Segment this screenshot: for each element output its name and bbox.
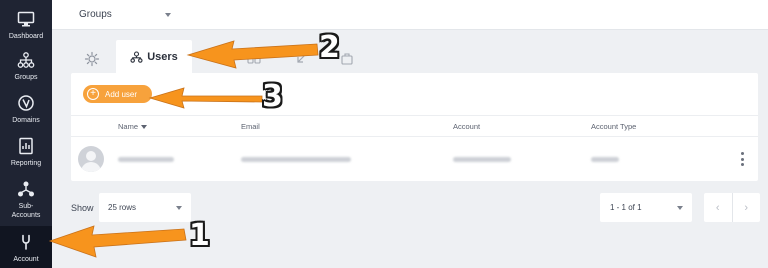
table-header: Name Email Account Account Type bbox=[71, 115, 758, 137]
sidebar-item-label: Domains bbox=[12, 117, 40, 124]
annotation-number-1: 1 bbox=[189, 218, 210, 253]
show-label: Show bbox=[71, 203, 94, 213]
sidebar-item-label: Groups bbox=[14, 74, 38, 81]
domains-icon bbox=[18, 95, 34, 111]
sidebar-item-domains[interactable]: Domains bbox=[0, 94, 52, 125]
annotation-number-2: 2 bbox=[319, 30, 340, 65]
hierarchy-icon bbox=[17, 52, 35, 68]
sort-down-icon bbox=[141, 125, 148, 130]
sidebar-item-dashboard[interactable]: Dashboard bbox=[0, 10, 52, 41]
sidebar-item-label: Dashboard bbox=[8, 33, 44, 40]
table-row[interactable] bbox=[71, 138, 758, 181]
column-header-name[interactable]: Name bbox=[118, 122, 148, 131]
sidebar-item-label: Sub- Accounts bbox=[11, 203, 41, 219]
column-header-email[interactable]: Email bbox=[241, 122, 260, 131]
users-panel: + Add user Name Email Account Account Ty… bbox=[71, 73, 758, 181]
tab-users[interactable]: Users bbox=[116, 40, 192, 74]
users-icon bbox=[130, 51, 143, 63]
chevron-down-icon[interactable] bbox=[165, 13, 171, 17]
tab-import[interactable] bbox=[294, 52, 308, 66]
avatar bbox=[78, 146, 104, 172]
pagination: ‹ › bbox=[704, 193, 760, 222]
rows-per-page-value: 25 rows bbox=[108, 203, 137, 212]
sidebar-item-sub-accounts[interactable]: Sub- Accounts bbox=[0, 180, 52, 220]
chevron-down-icon bbox=[176, 206, 182, 210]
page-range-value: 1 - 1 of 1 bbox=[610, 203, 642, 212]
report-icon bbox=[19, 137, 33, 155]
rows-per-page-select[interactable]: 25 rows bbox=[99, 193, 191, 222]
sub-accounts-icon bbox=[18, 181, 34, 197]
plus-icon: + bbox=[87, 88, 99, 100]
more-options-icon[interactable] bbox=[740, 152, 744, 166]
column-header-account-type[interactable]: Account Type bbox=[591, 122, 636, 131]
sidebar-item-reporting[interactable]: Reporting bbox=[0, 137, 52, 168]
sidebar-item-label: Reporting bbox=[10, 160, 42, 167]
next-page-button[interactable]: › bbox=[733, 193, 761, 222]
chevron-down-icon bbox=[677, 206, 683, 210]
column-header-account[interactable]: Account bbox=[453, 122, 480, 131]
redacted-email bbox=[241, 157, 351, 162]
prev-page-button[interactable]: ‹ bbox=[704, 193, 732, 222]
tab-settings[interactable] bbox=[84, 51, 100, 67]
tab-label: Users bbox=[147, 51, 178, 63]
add-user-button[interactable]: + Add user bbox=[83, 85, 152, 103]
add-user-label: Add user bbox=[105, 89, 138, 99]
sidebar-item-label: Account bbox=[13, 256, 39, 263]
monitor-icon bbox=[17, 11, 35, 27]
tab-devices[interactable] bbox=[247, 52, 261, 66]
page-range-select[interactable]: 1 - 1 of 1 bbox=[600, 193, 692, 222]
redacted-account bbox=[453, 157, 511, 162]
wrench-icon bbox=[22, 234, 30, 250]
redacted-name bbox=[118, 157, 174, 162]
annotation-number-3: 3 bbox=[262, 79, 283, 114]
sidebar: Dashboard Groups Domains Reporting Sub- … bbox=[0, 0, 52, 268]
sidebar-item-account[interactable]: Account bbox=[0, 226, 52, 268]
sidebar-item-groups[interactable]: Groups bbox=[0, 51, 52, 82]
group-selector[interactable]: Groups bbox=[79, 9, 112, 20]
top-bar: Groups bbox=[52, 0, 768, 30]
redacted-account-type bbox=[591, 157, 619, 162]
tab-export[interactable] bbox=[340, 52, 354, 66]
